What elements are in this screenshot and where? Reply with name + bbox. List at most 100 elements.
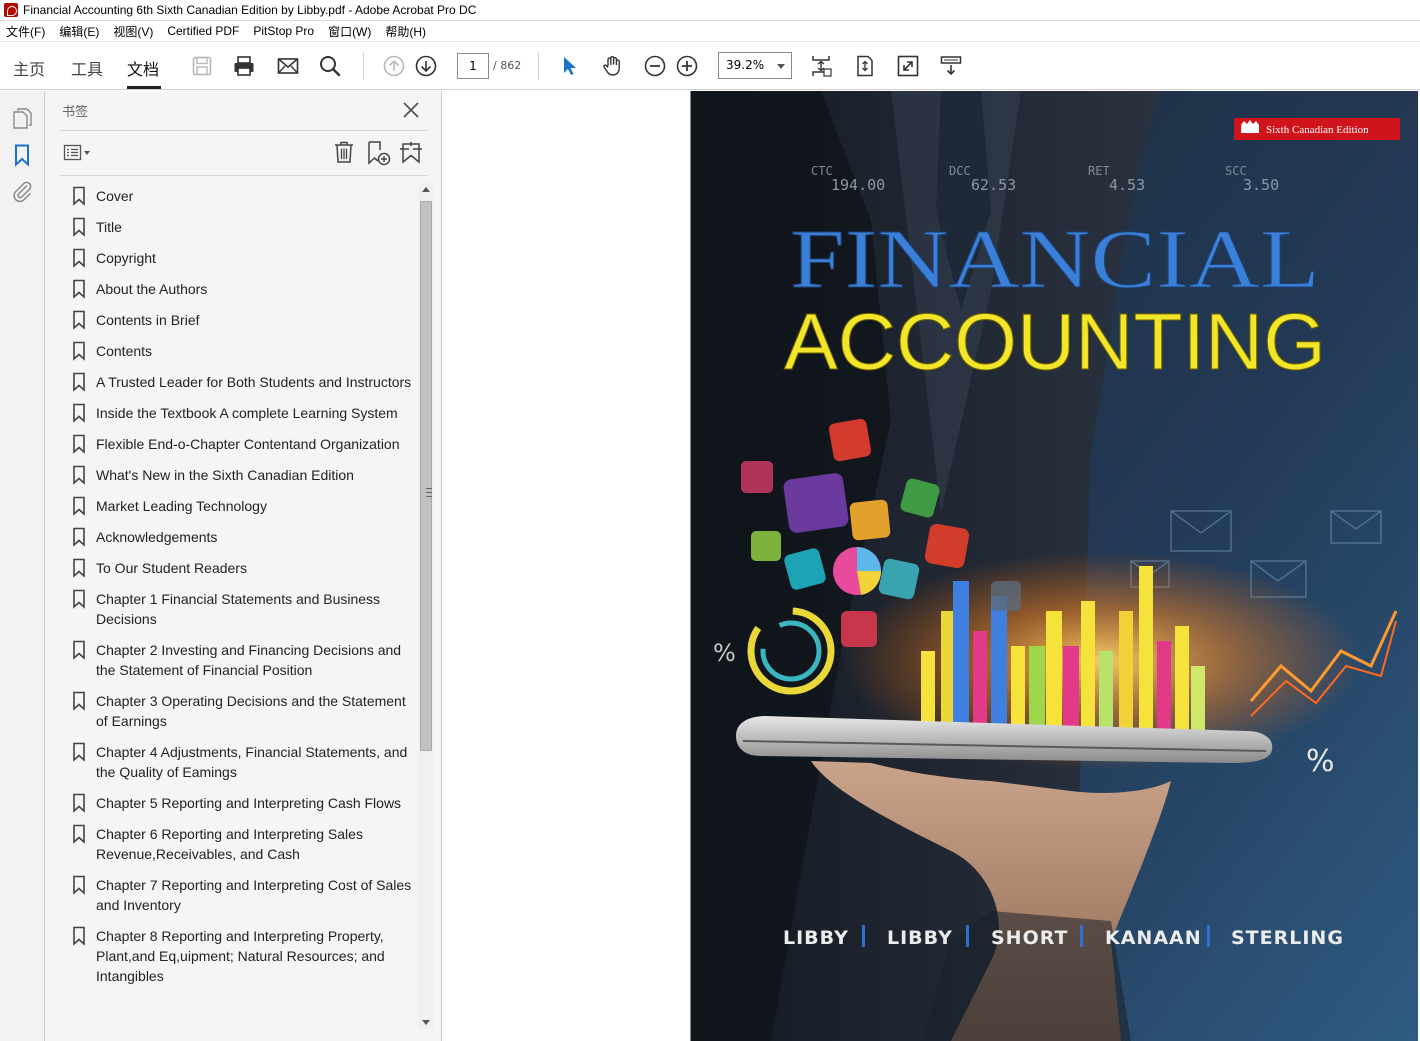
chevron-down-icon[interactable] <box>777 64 785 69</box>
fit-page-button[interactable] <box>853 54 877 78</box>
options-menu-icon[interactable] <box>63 143 93 163</box>
page-number-input[interactable]: 1 <box>457 53 489 79</box>
trash-icon[interactable] <box>332 140 356 164</box>
menu-file[interactable]: 文件(F) <box>6 23 45 40</box>
bookmark-label: A Trusted Leader for Both Students and I… <box>96 374 412 390</box>
bookmark-item[interactable]: Contents <box>60 336 418 367</box>
pdf-page[interactable]: CTC DCC RET SCC 194.00 62.53 4.53 3.50 S… <box>690 91 1418 1041</box>
bookmark-icon <box>73 793 85 813</box>
bookmark-label: What's New in the Sixth Canadian Edition <box>96 467 354 483</box>
author-name: STERLING <box>1231 927 1344 949</box>
bookmark-item[interactable]: A Trusted Leader for Both Students and I… <box>60 367 418 398</box>
menu-help[interactable]: 帮助(H) <box>385 23 426 40</box>
main-toolbar: 主页 工具 文档 <box>0 42 1420 90</box>
bookmark-item[interactable]: Flexible End-o-Chapter Contentand Organi… <box>60 429 418 460</box>
menu-certified-pdf[interactable]: Certified PDF <box>167 24 239 38</box>
scroll-up-arrow-icon[interactable] <box>422 187 430 192</box>
bookmark-item[interactable]: Inside the Textbook A complete Learning … <box>60 398 418 429</box>
bookmark-item[interactable]: About the Authors <box>60 274 418 305</box>
bookmark-icon <box>73 434 85 454</box>
bookmark-label: About the Authors <box>96 281 208 297</box>
tab-home[interactable]: 主页 <box>13 56 45 80</box>
bookmark-item[interactable]: Cover <box>60 181 418 212</box>
zoom-in-button[interactable] <box>675 54 699 78</box>
acrobat-logo-icon <box>4 3 18 17</box>
bookmark-item[interactable]: Chapter 8 Reporting and Interpreting Pro… <box>60 921 418 992</box>
menu-edit[interactable]: 编辑(E) <box>59 23 99 40</box>
fit-page-icon <box>857 55 873 77</box>
scroll-down-arrow-icon[interactable] <box>422 1020 430 1025</box>
bookmark-icon <box>73 341 85 361</box>
menu-bar: 文件(F) 编辑(E) 视图(V) Certified PDF PitStop … <box>0 21 1420 42</box>
book-cover-image: CTC DCC RET SCC 194.00 62.53 4.53 3.50 S… <box>691 91 1418 1041</box>
bookmark-list-scrollbar[interactable] <box>418 183 434 1029</box>
zoom-out-button[interactable] <box>643 54 667 78</box>
bookmark-icon <box>73 372 85 392</box>
bookmark-item[interactable]: Contents in Brief <box>60 305 418 336</box>
bookmark-label: Cover <box>96 188 134 204</box>
close-icon[interactable] <box>400 99 422 121</box>
bookmark-item[interactable]: Chapter 4 Adjustments, Financial Stateme… <box>60 737 418 788</box>
print-button[interactable] <box>232 54 256 78</box>
bookmark-item[interactable]: Copyright <box>60 243 418 274</box>
save-button[interactable] <box>190 54 214 78</box>
bookmark-item[interactable]: Chapter 2 Investing and Financing Decisi… <box>60 635 418 686</box>
scroll-mode-button[interactable] <box>809 54 833 78</box>
page-thumbnails-icon[interactable] <box>10 106 34 130</box>
author-name: LIBBY <box>887 927 953 949</box>
envelope-icon <box>277 58 299 74</box>
menu-window[interactable]: 窗口(W) <box>328 23 371 40</box>
previous-page-button[interactable] <box>382 54 406 78</box>
bookmark-icon <box>73 465 85 485</box>
email-button[interactable] <box>276 54 300 78</box>
bookmark-icon <box>73 186 85 206</box>
bookmark-label: Chapter 3 Operating Decisions and the St… <box>96 693 406 729</box>
bookmark-icon <box>73 310 85 330</box>
bookmark-label: Chapter 1 Financial Statements and Busin… <box>96 591 381 627</box>
bookmark-label: Inside the Textbook A complete Learning … <box>96 405 398 421</box>
pointer-arrow-icon <box>564 57 576 75</box>
edition-badge-text: Sixth Canadian Edition <box>1266 124 1369 136</box>
bookmark-item[interactable]: Acknowledgements <box>60 522 418 553</box>
menu-pitstop-pro[interactable]: PitStop Pro <box>253 24 314 38</box>
bookmark-item[interactable]: Title <box>60 212 418 243</box>
menu-view[interactable]: 视图(V) <box>113 23 153 40</box>
bookmark-item[interactable]: Chapter 6 Reporting and Interpreting Sal… <box>60 819 418 870</box>
scrollbar-thumb[interactable] <box>420 201 432 751</box>
bookmark-item[interactable]: Market Leading Technology <box>60 491 418 522</box>
percent-sign: % <box>713 639 736 667</box>
tab-document[interactable]: 文档 <box>127 56 159 80</box>
maple-leaf-icon <box>1241 120 1259 133</box>
read-mode-button[interactable] <box>939 54 963 78</box>
read-mode-icon <box>940 56 962 76</box>
paperclip-icon[interactable] <box>10 179 34 203</box>
title-bar: Financial Accounting 6th Sixth Canadian … <box>0 0 1420 21</box>
full-screen-button[interactable] <box>896 54 920 78</box>
zoom-level-dropdown[interactable]: 39.2% <box>718 52 792 79</box>
printer-icon <box>234 56 254 76</box>
add-bookmark-icon[interactable] <box>398 140 424 166</box>
hand-tool-button[interactable] <box>600 54 624 78</box>
tab-tools[interactable]: 工具 <box>71 56 103 80</box>
bookmarks-panel-icon[interactable] <box>10 143 34 167</box>
bookmark-item[interactable]: Chapter 1 Financial Statements and Busin… <box>60 584 418 635</box>
next-page-button[interactable] <box>414 54 438 78</box>
bookmark-item[interactable]: Chapter 5 Reporting and Interpreting Cas… <box>60 788 418 819</box>
zoom-level-value: 39.2% <box>726 58 765 72</box>
bookmark-icon <box>73 527 85 547</box>
document-viewer[interactable]: CTC DCC RET SCC 194.00 62.53 4.53 3.50 S… <box>443 91 1420 1041</box>
hand-icon <box>603 55 620 76</box>
navigation-pane-strip <box>0 91 45 1041</box>
bookmark-item[interactable]: To Our Student Readers <box>60 553 418 584</box>
bookmark-item[interactable]: What's New in the Sixth Canadian Edition <box>60 460 418 491</box>
new-bookmark-icon[interactable] <box>365 140 391 166</box>
ticker-label: DCC <box>949 164 971 178</box>
page-total-label: / 862 <box>493 59 522 72</box>
bookmark-icon <box>73 589 85 609</box>
bookmark-item[interactable]: Chapter 7 Reporting and Interpreting Cos… <box>60 870 418 921</box>
select-tool-button[interactable] <box>557 54 581 78</box>
bookmark-item[interactable]: Chapter 3 Operating Decisions and the St… <box>60 686 418 737</box>
save-icon <box>192 56 212 76</box>
find-button[interactable] <box>318 54 342 78</box>
expand-icon <box>897 55 919 77</box>
